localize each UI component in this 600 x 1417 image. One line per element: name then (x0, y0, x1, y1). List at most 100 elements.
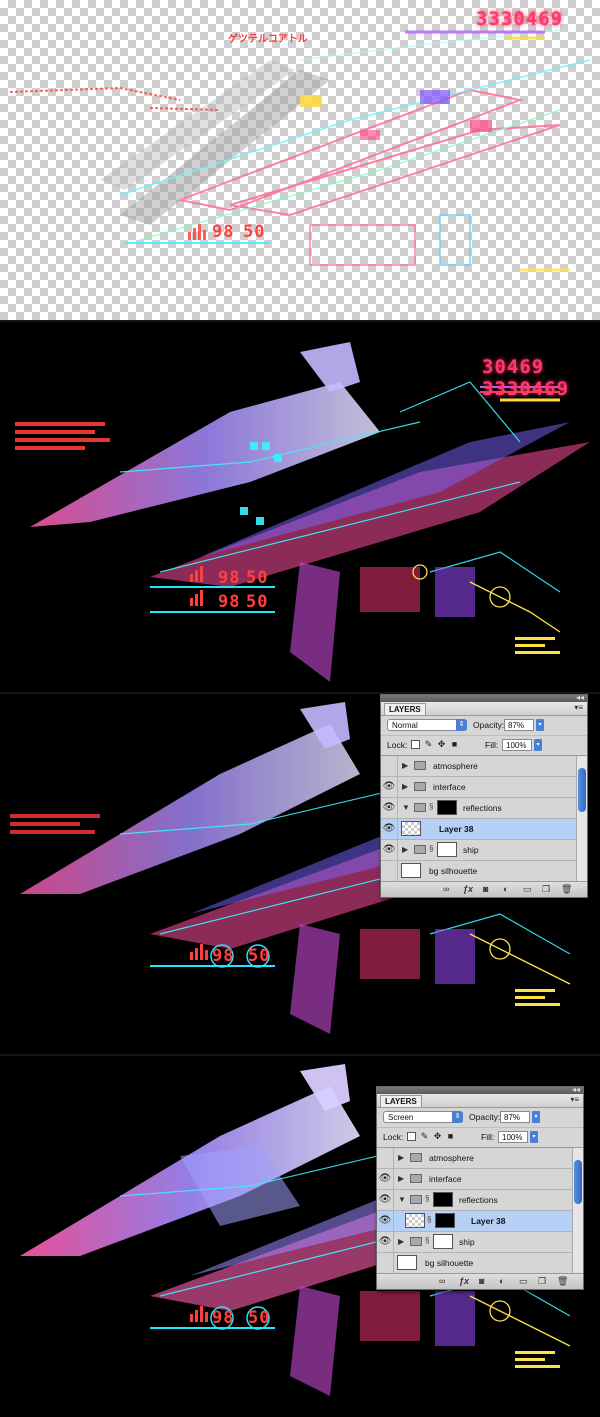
disclosure-triangle-icon[interactable]: ▶ (402, 782, 408, 791)
layer-row-atmosphere[interactable]: ▶ atmosphere (377, 1148, 583, 1169)
new-layer-icon[interactable]: ❐ (538, 1276, 546, 1287)
layer-name: Layer 38 (439, 824, 474, 834)
lock-icon[interactable]: ■ (450, 740, 459, 749)
layer-row-bg-silhouette[interactable]: bg silhouette (381, 861, 587, 881)
trash-icon[interactable]: 🗑 (557, 1276, 568, 1287)
disclosure-triangle-icon[interactable]: ▶ (398, 1153, 404, 1162)
tab-layers[interactable]: LAYERS (384, 703, 426, 715)
artwork-panel-transparent: ゲツテルコアトル 3330469 98 50 (0, 0, 600, 320)
new-group-icon[interactable]: ▭ (523, 884, 532, 895)
eye-icon[interactable]: 👁 (381, 777, 398, 797)
layer-row-layer-38[interactable]: 👁 Layer 38 (381, 819, 587, 840)
scrollbar[interactable] (572, 1148, 583, 1273)
visibility-toggle[interactable] (381, 756, 398, 776)
eye-icon[interactable]: 👁 (381, 798, 398, 818)
move-icon[interactable]: ✥ (433, 1132, 442, 1141)
layer-list: ▶ atmosphere 👁 ▶ interface 👁 ▼ § reflect… (381, 756, 587, 881)
eye-icon[interactable]: 👁 (381, 840, 398, 860)
score-readout: 3330469 (476, 8, 564, 30)
link-layers-icon[interactable]: ∞ (443, 884, 449, 895)
collapse-icon[interactable]: ◂◂ (572, 1085, 580, 1094)
layer-row-bg-silhouette[interactable]: bg silhouette (377, 1253, 583, 1273)
mask-thumbnail[interactable] (437, 842, 457, 857)
layer-thumbnail[interactable] (401, 863, 421, 878)
score-readout: 3330469 (482, 378, 570, 400)
disclosure-triangle-icon[interactable]: ▶ (398, 1237, 404, 1246)
fill-slider-button[interactable]: ▾ (534, 739, 542, 751)
move-icon[interactable]: ✥ (437, 740, 446, 749)
eye-icon[interactable]: 👁 (381, 819, 398, 839)
mask-thumbnail[interactable] (433, 1192, 453, 1207)
eye-icon[interactable]: 👁 (377, 1190, 394, 1210)
link-icon: § (429, 802, 434, 811)
layer-row-reflections[interactable]: 👁 ▼ § reflections (377, 1190, 583, 1211)
blend-mode-select[interactable]: Normal ⇕ (387, 719, 467, 731)
layer-name: ship (463, 845, 479, 855)
collapse-icon[interactable]: ◂◂ (576, 694, 584, 702)
new-group-icon[interactable]: ▭ (519, 1276, 528, 1287)
disclosure-triangle-icon[interactable]: ▼ (402, 803, 410, 812)
panel-titlebar[interactable]: ◂◂ (381, 694, 587, 702)
fill-label: Fill: (485, 740, 499, 750)
layer-row-interface[interactable]: 👁 ▶ interface (377, 1169, 583, 1190)
lock-transparency-icon[interactable] (407, 1132, 416, 1141)
opacity-input[interactable]: 87% (500, 1111, 530, 1123)
eye-icon[interactable]: 👁 (377, 1232, 394, 1252)
blend-mode-value: Normal (392, 721, 418, 730)
fx-icon[interactable]: ƒx (463, 884, 473, 895)
panel-menu-icon[interactable]: ▾≡ (570, 1095, 579, 1104)
panel-titlebar[interactable]: ◂◂ (377, 1085, 583, 1094)
layer-row-layer-38[interactable]: 👁 § Layer 38 (377, 1211, 583, 1232)
eye-icon[interactable]: 👁 (377, 1169, 394, 1189)
layer-row-atmosphere[interactable]: ▶ atmosphere (381, 756, 587, 777)
link-layers-icon[interactable]: ∞ (439, 1276, 445, 1287)
fill-slider-button[interactable]: ▾ (530, 1131, 538, 1143)
layer-thumbnail[interactable] (397, 1255, 417, 1270)
layer-name: interface (429, 1174, 462, 1184)
scrollbar-thumb[interactable] (578, 768, 586, 812)
disclosure-triangle-icon[interactable]: ▼ (398, 1195, 406, 1204)
lock-icon[interactable]: ■ (446, 1132, 455, 1141)
disclosure-triangle-icon[interactable]: ▶ (402, 845, 408, 854)
panel-menu-icon[interactable]: ▾≡ (574, 703, 583, 712)
mask-thumbnail[interactable] (437, 800, 457, 815)
mask-thumbnail[interactable] (435, 1213, 455, 1228)
scrollbar[interactable] (576, 756, 587, 881)
disclosure-triangle-icon[interactable]: ▶ (398, 1174, 404, 1183)
layer-row-ship[interactable]: 👁 ▶ § ship (377, 1232, 583, 1253)
trash-icon[interactable]: 🗑 (561, 884, 572, 895)
layer-name: Layer 38 (471, 1216, 506, 1226)
layer-name: bg silhouette (425, 1258, 474, 1268)
add-mask-icon[interactable]: ◙ (479, 1276, 484, 1287)
visibility-toggle[interactable] (377, 1148, 394, 1168)
lock-transparency-icon[interactable] (411, 740, 420, 749)
fill-input[interactable]: 100% (498, 1131, 528, 1143)
opacity-slider-button[interactable]: ▾ (532, 1111, 540, 1123)
eye-icon[interactable]: 👁 (377, 1211, 394, 1231)
adjustment-layer-icon[interactable]: ◐ (499, 1276, 504, 1287)
adjustment-layer-icon[interactable]: ◐ (503, 884, 508, 895)
layer-row-reflections[interactable]: 👁 ▼ § reflections (381, 798, 587, 819)
new-layer-icon[interactable]: ❐ (542, 884, 550, 895)
brush-icon[interactable]: ✎ (424, 740, 433, 749)
layer-row-interface[interactable]: 👁 ▶ interface (381, 777, 587, 798)
layer-thumbnail[interactable] (401, 821, 421, 836)
mask-thumbnail[interactable] (433, 1234, 453, 1249)
disclosure-triangle-icon[interactable]: ▶ (402, 761, 408, 770)
opacity-slider-button[interactable]: ▾ (536, 719, 544, 731)
folder-icon (414, 782, 426, 791)
scrollbar-thumb[interactable] (574, 1160, 582, 1204)
add-mask-icon[interactable]: ◙ (483, 884, 488, 895)
opacity-input[interactable]: 87% (504, 719, 534, 731)
tab-layers[interactable]: LAYERS (380, 1095, 422, 1107)
fx-icon[interactable]: ƒx (459, 1276, 469, 1287)
visibility-toggle[interactable] (381, 861, 398, 881)
visibility-toggle[interactable] (377, 1253, 394, 1273)
layer-thumbnail[interactable] (405, 1213, 425, 1228)
brush-icon[interactable]: ✎ (420, 1132, 429, 1141)
fill-input[interactable]: 100% (502, 739, 532, 751)
layer-name: atmosphere (433, 761, 478, 771)
link-icon: § (425, 1194, 430, 1203)
layer-row-ship[interactable]: 👁 ▶ § ship (381, 840, 587, 861)
blend-mode-select[interactable]: Screen ⇕ (383, 1111, 463, 1123)
